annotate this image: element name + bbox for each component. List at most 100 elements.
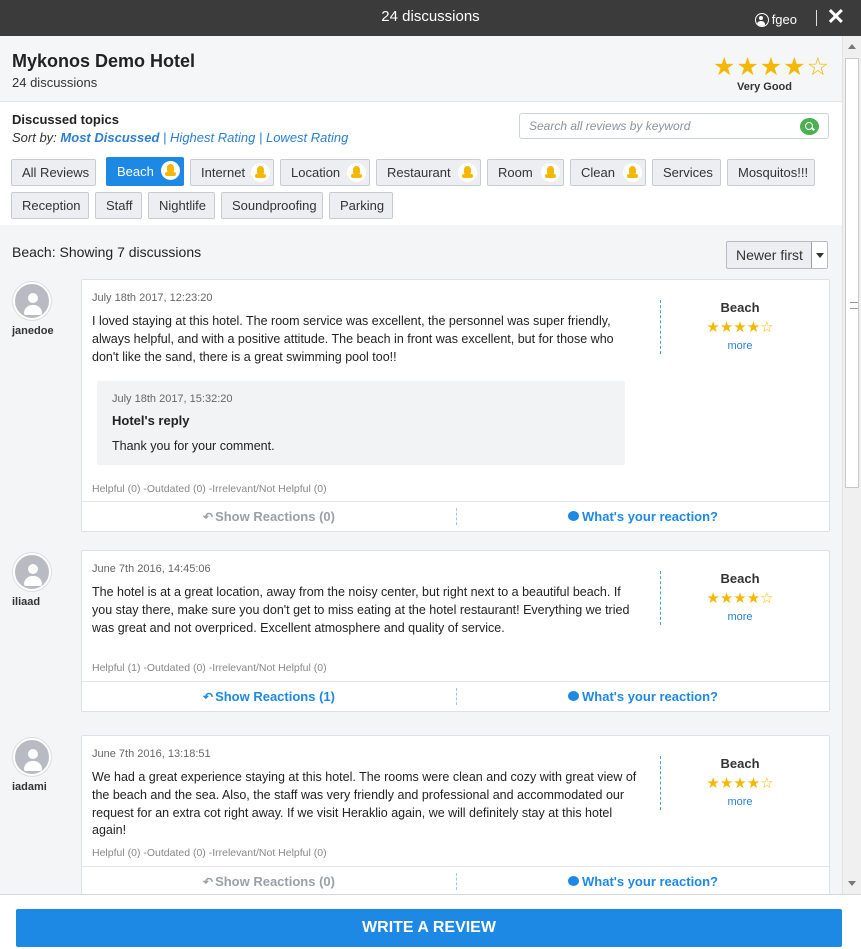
award-icon xyxy=(251,163,270,182)
tag-label: Soundproofing xyxy=(232,198,317,213)
close-icon[interactable]: ✕ xyxy=(827,6,845,28)
reaction-label: What's your reaction? xyxy=(582,874,718,889)
review-actions: ↶Show Reactions (0) What's your reaction… xyxy=(82,866,829,896)
scrollbar[interactable] xyxy=(842,36,861,894)
topics-panel: Discussed topics Sort by: Most Discussed… xyxy=(0,102,842,225)
review-topic: Beach xyxy=(720,756,760,771)
user-menu[interactable]: fgeo xyxy=(754,12,797,27)
tag-room[interactable]: Room xyxy=(487,159,564,186)
separator xyxy=(815,10,817,26)
more-link[interactable]: more xyxy=(682,340,798,352)
review-date: July 18th 2017, 12:23:20 xyxy=(92,292,213,304)
search-input[interactable] xyxy=(529,114,799,138)
divider xyxy=(660,571,661,625)
order-value: Newer first xyxy=(736,247,803,263)
review-card: June 7th 2016, 14:45:06 The hotel is at … xyxy=(81,550,830,712)
show-reactions-label: Show Reactions (0) xyxy=(215,509,335,524)
tag-nightlife[interactable]: Nightlife xyxy=(148,192,215,219)
tag-label: Mosquitos!!! xyxy=(738,165,809,180)
review-topic: Beach xyxy=(720,300,760,315)
tag-reception[interactable]: Reception xyxy=(11,192,89,219)
tag-soundproofing[interactable]: Soundproofing xyxy=(221,192,323,219)
footer: WRITE A REVIEW xyxy=(0,894,861,949)
tag-mosquitos[interactable]: Mosquitos!!! xyxy=(727,159,815,186)
scroll-down-icon[interactable] xyxy=(848,881,856,886)
review-card: July 18th 2017, 12:23:20 I loved staying… xyxy=(81,279,830,532)
divider xyxy=(660,756,661,810)
tag-label: Nightlife xyxy=(159,198,206,213)
tag-beach[interactable]: Beach xyxy=(106,157,184,186)
chevron-down-icon[interactable] xyxy=(811,242,827,268)
top-bar: 24 discussions fgeo ✕ xyxy=(0,0,861,36)
sort-by: Sort by: Most Discussed | Highest Rating… xyxy=(12,130,348,145)
tag-label: Room xyxy=(498,165,533,180)
tag-all-reviews[interactable]: All Reviews xyxy=(11,159,96,186)
sort-most-discussed[interactable]: Most Discussed xyxy=(60,130,159,145)
chat-bubble-icon xyxy=(568,505,579,521)
review-text: I loved staying at this hotel. The room … xyxy=(92,314,614,364)
sort-separator: | xyxy=(258,130,263,145)
scroll-up-icon[interactable] xyxy=(848,44,856,49)
review-username[interactable]: iliaad xyxy=(12,596,40,608)
hotel-discussion-count: 24 discussions xyxy=(12,75,98,90)
helpful-stats: Helpful (0) -Outdated (0) -Irrelevant/No… xyxy=(92,847,327,859)
more-link[interactable]: more xyxy=(682,796,798,808)
review-date: June 7th 2016, 14:45:06 xyxy=(92,563,211,575)
tag-clean[interactable]: Clean xyxy=(570,159,646,186)
tag-location[interactable]: Location xyxy=(280,159,370,186)
review-username[interactable]: janedoe xyxy=(12,325,54,337)
reply-text: Thank you for your comment. xyxy=(112,439,275,453)
helpful-stats: Helpful (0) -Outdated (0) -Irrelevant/No… xyxy=(92,483,327,495)
tag-restaurant[interactable]: Restaurant xyxy=(376,159,481,186)
hotel-name: Mykonos Demo Hotel xyxy=(12,51,196,71)
sort-highest-rating[interactable]: Highest Rating xyxy=(170,130,255,145)
tag-label: All Reviews xyxy=(22,165,90,180)
show-reactions-button[interactable]: ↶ Show Reactions (1) xyxy=(82,689,456,704)
review-stars: ★★★★☆ xyxy=(706,775,774,792)
reaction-button[interactable]: What's your reaction? xyxy=(456,685,830,704)
tag-label: Staff xyxy=(106,198,133,213)
show-reactions-button[interactable]: ↶ Show Reactions (0) xyxy=(82,874,456,889)
award-icon xyxy=(458,163,477,182)
sort-lowest-rating[interactable]: Lowest Rating xyxy=(266,130,348,145)
results-count: : Showing 7 discussions xyxy=(51,244,202,260)
review-actions: ↶Show Reactions (0) What's your reaction… xyxy=(82,501,829,531)
tag-services[interactable]: Services xyxy=(652,159,721,186)
tag-parking[interactable]: Parking xyxy=(329,192,393,219)
window-title: 24 discussions xyxy=(381,8,480,25)
show-reactions-label: Show Reactions (0) xyxy=(215,874,335,889)
reply-icon: ↶ xyxy=(203,690,214,704)
show-reactions-button[interactable]: ↶ Show Reactions (0) xyxy=(82,509,456,524)
review-card: June 7th 2016, 13:18:51 We had a great e… xyxy=(81,735,830,897)
reaction-button[interactable]: What's your reaction? xyxy=(456,870,830,889)
results-bar: Beach: Showing 7 discussions Newer first xyxy=(0,225,842,275)
chat-bubble-icon xyxy=(568,685,579,701)
tag-label: Clean xyxy=(581,165,615,180)
reaction-label: What's your reaction? xyxy=(582,689,718,704)
scrollbar-thumb[interactable] xyxy=(845,58,859,488)
award-icon xyxy=(347,163,366,182)
tag-staff[interactable]: Staff xyxy=(95,192,142,219)
username: fgeo xyxy=(771,12,797,27)
divider xyxy=(660,300,661,354)
order-select[interactable]: Newer first xyxy=(726,241,828,269)
sort-prefix: Sort by: xyxy=(12,130,57,145)
hotel-rating-label: Very Good xyxy=(736,81,792,93)
reaction-button[interactable]: What's your reaction? xyxy=(456,505,830,524)
tag-internet[interactable]: Internet xyxy=(190,159,274,186)
topics-title: Discussed topics xyxy=(12,112,119,127)
more-link[interactable]: more xyxy=(682,611,798,623)
tag-label: Parking xyxy=(340,198,385,213)
grip-icon xyxy=(850,302,858,309)
tag-label: Restaurant xyxy=(387,165,451,180)
tag-label: Beach xyxy=(117,164,154,179)
award-icon xyxy=(161,161,180,180)
reply-date: July 18th 2017, 15:32:20 xyxy=(112,393,233,405)
award-icon xyxy=(541,163,560,182)
search-icon[interactable] xyxy=(800,118,819,135)
review-date: June 7th 2016, 13:18:51 xyxy=(92,748,211,760)
award-icon xyxy=(623,163,642,182)
write-review-button[interactable]: WRITE A REVIEW xyxy=(16,909,842,947)
review-username[interactable]: iadami xyxy=(12,781,47,793)
sort-separator: | xyxy=(163,130,167,145)
